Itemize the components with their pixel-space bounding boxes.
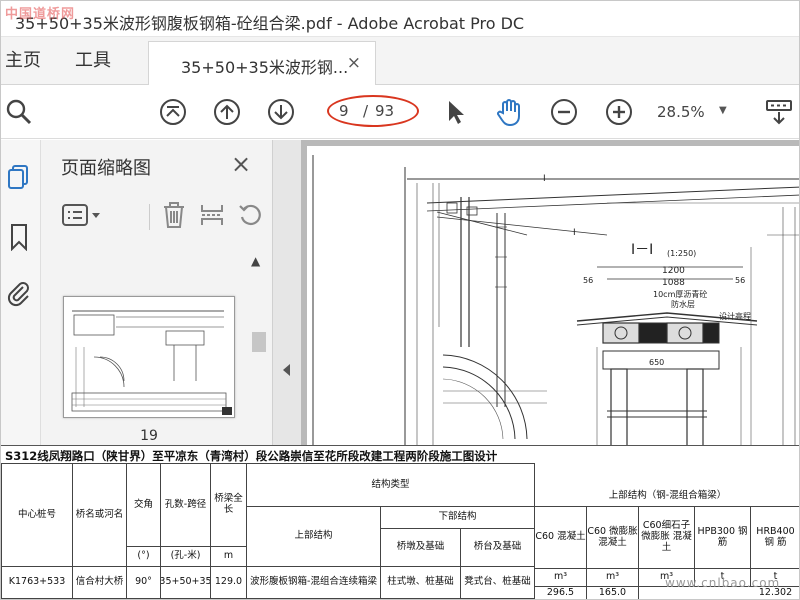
- panel-toolbar: [57, 198, 261, 234]
- panel-title: 页面缩略图: [61, 158, 151, 179]
- main-toolbar: 9 / 93 28.5% ▼: [1, 85, 799, 139]
- search-icon[interactable]: [3, 96, 35, 128]
- section-mark-right: I: [573, 228, 576, 238]
- title-bar: 35+50+35米波形钢腹板钢箱-砼组合梁.pdf - Adobe Acroba…: [1, 1, 799, 37]
- next-page-icon[interactable]: [265, 96, 297, 128]
- acrobat-window: 35+50+35米波形钢腹板钢箱-砼组合梁.pdf - Adobe Acroba…: [0, 0, 800, 600]
- scrollbar-thumb[interactable]: [252, 332, 266, 352]
- hdr-substructure: 下部结构: [381, 507, 535, 529]
- hdr-span: 孔数-跨径: [161, 463, 211, 547]
- prev-page-icon[interactable]: [211, 96, 243, 128]
- hdr-superstructure: 上部结构: [247, 507, 381, 567]
- page-number-field[interactable]: 9 / 93: [327, 95, 421, 127]
- cell-superstructure: 波形腹板钢箱-混组合连续箱梁: [247, 567, 381, 599]
- dim-side-right: 56: [735, 276, 745, 285]
- hdr-angle: 交角: [127, 463, 161, 547]
- dim-1088: 1088: [662, 278, 685, 288]
- panel-toolbar-divider: [149, 204, 150, 230]
- note-asphalt: 10cm厚沥青砼: [653, 289, 707, 299]
- cell-pier: 柱式墩、桩基础: [381, 567, 461, 599]
- hdr-c60-fine: C60细石子 微膨胀 混凝土: [639, 507, 695, 569]
- tab-home[interactable]: 主页: [5, 37, 41, 85]
- rotate-icon[interactable]: [235, 200, 265, 230]
- unit-angle: (°): [127, 547, 161, 567]
- bottom-watermark: www.cnlbao.com: [665, 576, 781, 590]
- scroll-mode-icon[interactable]: [763, 96, 795, 128]
- hdr-pier: 桥墩及基础: [381, 529, 461, 567]
- table-caption: S312线凤翔路口（陕甘界）至平凉东（青湾村）段公路崇信至花所段改建工程两阶段施…: [5, 449, 498, 463]
- cell-c60: 296.5: [535, 587, 587, 599]
- window-title: 35+50+35米波形钢腹板钢箱-砼组合梁.pdf - Adobe Acroba…: [15, 14, 525, 33]
- tab-document-label: 35+50+35米波形钢...: [181, 58, 349, 77]
- hdr-length: 桥梁全长: [211, 463, 247, 547]
- tab-tools[interactable]: 工具: [75, 37, 111, 85]
- unit-length: m: [211, 547, 247, 567]
- page-thumbnails-icon[interactable]: [4, 162, 34, 192]
- first-page-icon[interactable]: [157, 96, 189, 128]
- unit-span: (孔-米): [161, 547, 211, 567]
- cell-center-stake: K1763+533: [1, 567, 73, 599]
- insert-pages-icon[interactable]: [197, 200, 227, 230]
- zoom-caret-icon[interactable]: ▼: [719, 105, 727, 116]
- zoom-out-icon[interactable]: [548, 96, 580, 128]
- hdr-center-stake: 中心桩号: [1, 463, 73, 567]
- page-thumbnail[interactable]: [63, 296, 235, 418]
- note-waterproof: 防水层: [671, 299, 695, 309]
- cell-bridge-name: 信合村大桥: [73, 567, 127, 599]
- zoom-level[interactable]: 28.5%: [657, 103, 705, 121]
- cell-c60w: 165.0: [587, 587, 639, 599]
- close-panel-icon[interactable]: ×: [231, 150, 251, 178]
- hdr-abutment: 桥台及基础: [461, 529, 535, 567]
- cell-abutment: 凳式台、桩基础: [461, 567, 535, 599]
- hdr-bridge-name: 桥名或河名: [73, 463, 127, 567]
- scroll-up-icon[interactable]: ▲: [251, 254, 260, 268]
- red-annotation-oval: [327, 95, 419, 127]
- unit-c60: m³: [535, 569, 587, 587]
- hdr-hpb300: HPB300 钢 筋: [695, 507, 751, 569]
- zoom-in-icon[interactable]: [603, 96, 635, 128]
- hdr-hrb400: HRB400 钢 筋: [751, 507, 799, 569]
- hand-icon[interactable]: [493, 96, 525, 128]
- collapse-arrow-icon[interactable]: [283, 364, 290, 376]
- cell-span: 35+50+35: [161, 567, 211, 599]
- select-arrow-icon[interactable]: [439, 96, 471, 128]
- thumbnail-page-number: 19: [140, 428, 158, 444]
- dim-1200: 1200: [662, 266, 685, 276]
- delete-icon[interactable]: [159, 200, 189, 230]
- site-watermark: 中国道桥网: [5, 7, 76, 22]
- dim-side-left: 56: [583, 276, 593, 285]
- options-menu-icon[interactable]: [61, 200, 105, 230]
- attachment-icon[interactable]: [4, 278, 34, 308]
- quantity-table-area: S312线凤翔路口（陕甘界）至平凉东（青湾村）段公路崇信至花所段改建工程两阶段施…: [1, 445, 799, 599]
- section-label: I－I: [631, 242, 653, 258]
- hdr-structure: 结构类型: [247, 463, 535, 507]
- dim-650: 650: [649, 358, 664, 367]
- cell-length: 129.0: [211, 567, 247, 599]
- hdr-upper-material: 上部结构（钢-混组合箱梁）: [535, 487, 799, 507]
- tab-row: 主页 工具 35+50+35米波形钢... ×: [1, 37, 799, 85]
- tab-document[interactable]: 35+50+35米波形钢... ×: [148, 41, 376, 85]
- cell-angle: 90°: [127, 567, 161, 599]
- close-tab-icon[interactable]: ×: [347, 53, 361, 73]
- unit-c60w: m³: [587, 569, 639, 587]
- bookmark-icon[interactable]: [4, 222, 34, 252]
- hdr-c60-expansive: C60 微膨胀 混凝土: [587, 507, 639, 569]
- hdr-c60: C60 混凝土: [535, 507, 587, 569]
- section-scale: (1:250): [667, 249, 696, 258]
- section-mark-left: I: [543, 174, 546, 184]
